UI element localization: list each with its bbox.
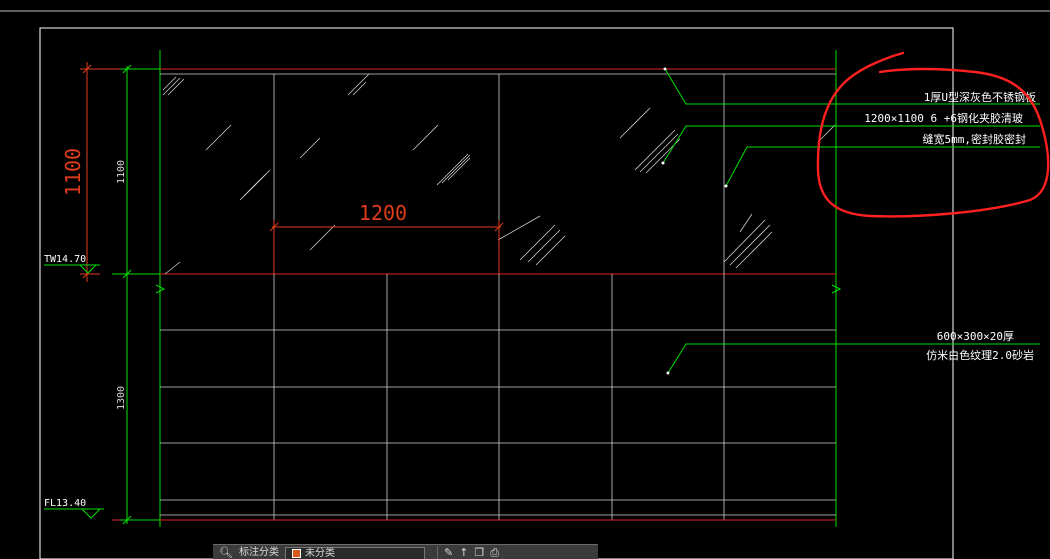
layer-name: 未分类 bbox=[304, 547, 335, 559]
drawing-frame bbox=[39, 27, 954, 559]
annotation-toolbar: 🔍︎ 标注分类 未分类 ✎ ↑ ❐ ⎙ bbox=[213, 544, 598, 559]
level-marker-tw: TW14.70 bbox=[44, 254, 100, 274]
layer-color-swatch bbox=[291, 548, 301, 558]
break-marks bbox=[155, 284, 842, 294]
level-marker-fl: FL13.40 bbox=[44, 498, 104, 519]
panel-outline bbox=[159, 50, 837, 527]
toolbar-separator bbox=[436, 545, 438, 559]
dim-1100-green-text: 1100 bbox=[116, 160, 127, 184]
note-glass-line3: 缝宽5mm,密封胶密封 bbox=[923, 132, 1027, 146]
glass-panel bbox=[160, 68, 836, 275]
binoculars-icon[interactable]: 🔍︎ bbox=[219, 545, 233, 559]
dimension-1200-red bbox=[269, 220, 504, 274]
dimension-chain-green bbox=[112, 64, 160, 525]
edit-icon[interactable]: ✎ bbox=[444, 545, 453, 559]
print-icon[interactable]: ⎙ bbox=[490, 545, 499, 559]
arrow-icon[interactable]: ↑ bbox=[459, 545, 468, 559]
level-fl-text: FL13.40 bbox=[44, 498, 86, 509]
dim-1300-green-text: 1300 bbox=[116, 386, 127, 410]
note-glass-line2: 1200×1100 6 +6钢化夹胶清玻 bbox=[864, 111, 1023, 125]
copy-icon[interactable]: ❐ bbox=[474, 545, 484, 559]
note-stone-line2: 仿米白色纹理2.0砂岩 bbox=[926, 348, 1034, 362]
level-tw-text: TW14.70 bbox=[44, 254, 86, 265]
note-glass-line1: 1厚U型深灰色不锈钢板 bbox=[924, 90, 1036, 104]
leader-dots bbox=[661, 67, 728, 375]
stone-grid bbox=[160, 274, 836, 520]
cad-drawing-canvas[interactable]: 1100 1100 1300 TW14.70 FL13.40 1200 1厚U型… bbox=[0, 0, 1050, 559]
note-stone-line1: 600×300×20厚 bbox=[937, 330, 1014, 343]
annotation-category-label: 标注分类 bbox=[238, 546, 279, 558]
layer-dropdown[interactable]: 未分类 bbox=[284, 546, 425, 559]
dim-1200-red-text: 1200 bbox=[359, 201, 407, 225]
dim-1100-red-text: 1100 bbox=[61, 148, 85, 196]
